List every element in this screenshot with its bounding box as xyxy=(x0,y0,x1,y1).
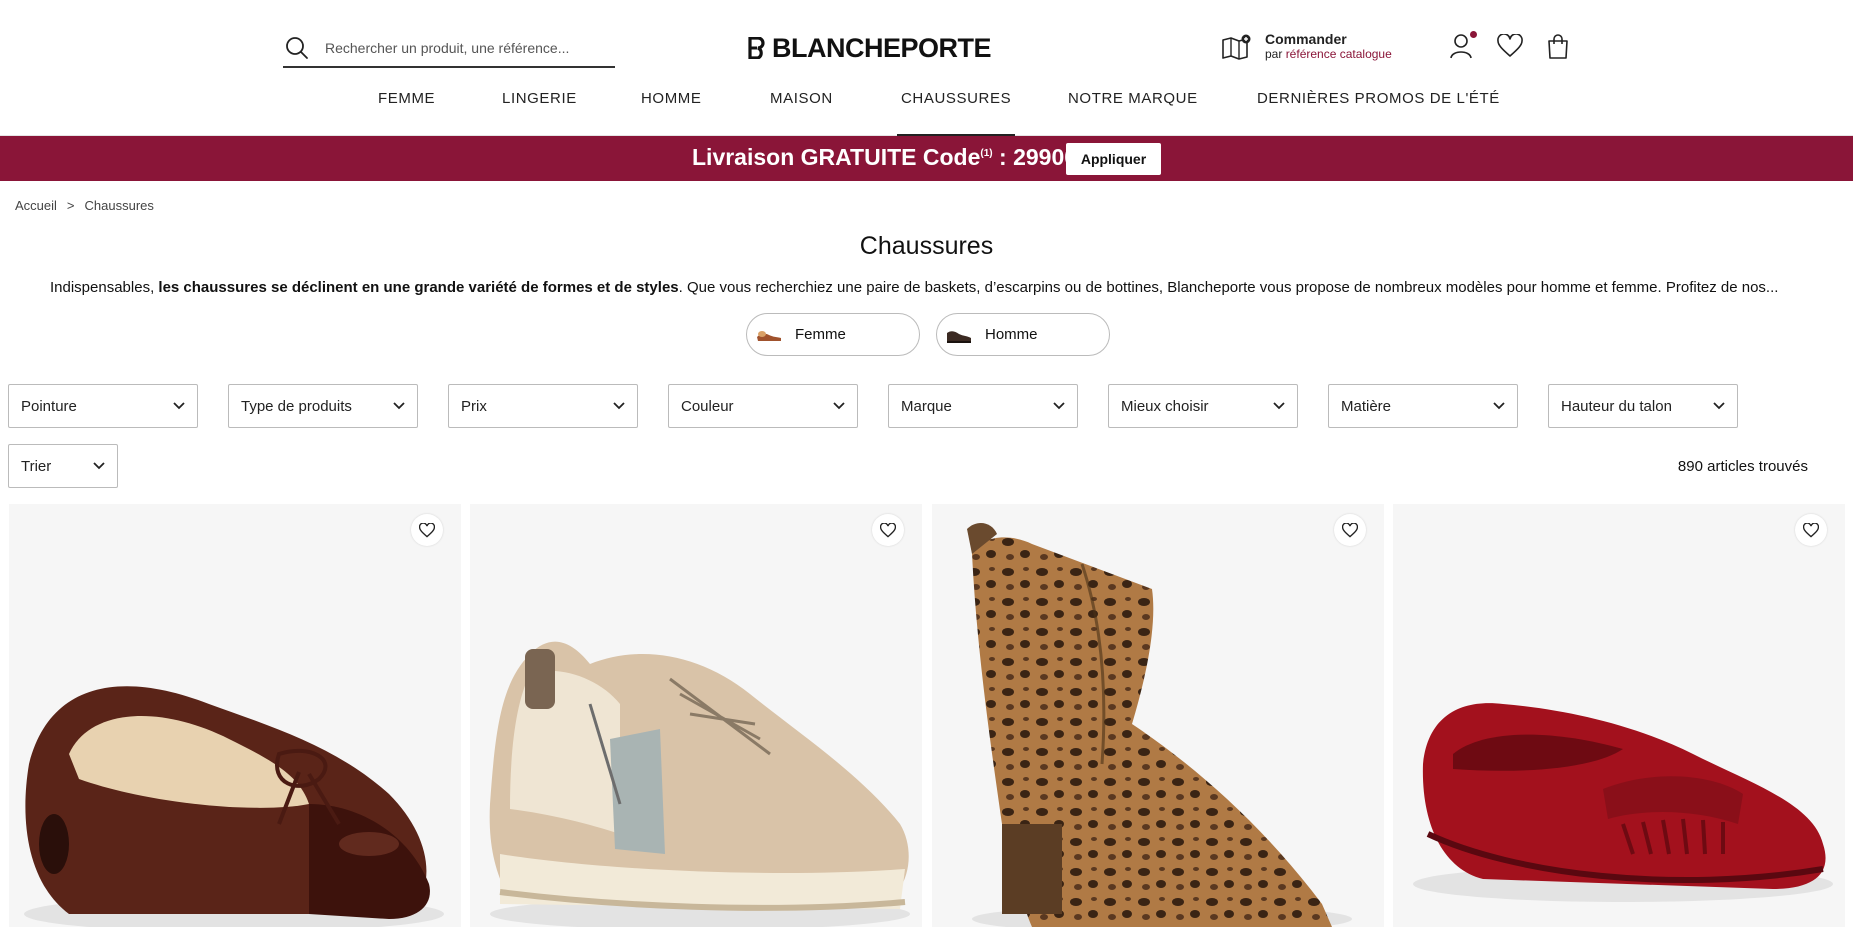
logo[interactable]: BLANCHEPORTE xyxy=(748,32,992,63)
apply-code-button[interactable]: Appliquer xyxy=(1066,143,1161,175)
product-image-leopard-boot xyxy=(932,504,1384,927)
catalog-icon xyxy=(1222,34,1251,60)
filter-prix[interactable]: Prix xyxy=(448,384,638,428)
catalog-order-link[interactable]: Commander par référence catalogue xyxy=(1221,32,1392,62)
breadcrumb-home[interactable]: Accueil xyxy=(15,198,57,213)
chevron-down-icon xyxy=(173,402,185,410)
nav-item-maison[interactable]: MAISON xyxy=(770,90,833,136)
heart-icon xyxy=(880,522,896,538)
add-to-wishlist-button[interactable] xyxy=(411,514,443,546)
filter-marque[interactable]: Marque xyxy=(888,384,1078,428)
logo-text: BLANCHEPORTE xyxy=(772,32,992,63)
wishlist-heart-icon[interactable] xyxy=(1497,33,1523,59)
promo-banner: Livraison GRATUITE Code(1) : 299002 xyxy=(0,136,1853,181)
promo-text: Livraison GRATUITE Code(1) : 299002 xyxy=(692,144,1090,170)
nav-item-homme[interactable]: HOMME xyxy=(641,90,702,136)
breadcrumb-current: Chaussures xyxy=(84,198,154,213)
filter-hauteur-du-talon[interactable]: Hauteur du talon xyxy=(1548,384,1738,428)
sort-label: Trier xyxy=(21,457,52,475)
filter-label: Prix xyxy=(461,397,487,415)
women-shoe-icon xyxy=(757,330,781,341)
men-shoe-icon xyxy=(947,330,971,343)
filter-label: Mieux choisir xyxy=(1121,397,1209,415)
page-title: Chaussures xyxy=(859,232,994,260)
chevron-down-icon xyxy=(393,402,405,410)
catalog-subtitle: par référence catalogue xyxy=(1265,47,1392,61)
product-image-red-loafer xyxy=(1393,504,1845,927)
product-card[interactable] xyxy=(1393,504,1845,927)
nav-item-lingerie[interactable]: LINGERIE xyxy=(502,90,577,136)
heart-icon xyxy=(1342,522,1358,538)
nav-item-chaussures[interactable]: CHAUSSURES xyxy=(897,90,1016,136)
filter-label: Hauteur du talon xyxy=(1561,397,1672,415)
main-navigation: FEMME LINGERIE HOMME MAISON CHAUSSURES N… xyxy=(0,90,1853,136)
search-icon[interactable] xyxy=(283,34,311,62)
results-count: 890 articles trouvés xyxy=(1677,458,1808,475)
gender-label: Homme xyxy=(985,326,1038,343)
chevron-down-icon xyxy=(1713,402,1725,410)
shopping-bag-icon[interactable] xyxy=(1545,33,1571,59)
filter-label: Pointure xyxy=(21,397,77,415)
filter-mieux-choisir[interactable]: Mieux choisir xyxy=(1108,384,1298,428)
account-icon[interactable] xyxy=(1449,31,1477,59)
filter-pointure[interactable]: Pointure xyxy=(8,384,198,428)
product-card[interactable] xyxy=(932,504,1384,927)
chevron-down-icon xyxy=(1053,402,1065,410)
gender-filter-homme[interactable]: Homme xyxy=(936,313,1110,356)
search-input[interactable] xyxy=(325,40,605,56)
filter-label: Type de produits xyxy=(241,397,352,415)
chevron-down-icon xyxy=(1273,402,1285,410)
add-to-wishlist-button[interactable] xyxy=(872,514,904,546)
nav-item-femme[interactable]: FEMME xyxy=(378,90,435,136)
nav-item-notre-marque[interactable]: NOTRE MARQUE xyxy=(1068,90,1198,136)
chevron-down-icon xyxy=(93,462,105,470)
account-notification-dot xyxy=(1470,31,1477,38)
heart-icon xyxy=(1803,522,1819,538)
search-bar[interactable] xyxy=(283,30,615,68)
product-image-sneaker xyxy=(470,504,922,927)
heart-icon xyxy=(419,522,435,538)
category-intro: Indispensables, les chaussures se déclin… xyxy=(50,279,1779,296)
logo-mark-icon xyxy=(748,37,765,59)
product-card[interactable] xyxy=(9,504,461,927)
filter-matiere[interactable]: Matière xyxy=(1328,384,1518,428)
filter-couleur[interactable]: Couleur xyxy=(668,384,858,428)
add-to-wishlist-button[interactable] xyxy=(1334,514,1366,546)
site-header: BLANCHEPORTE Commander par référence cat… xyxy=(0,0,1853,136)
catalog-title: Commander xyxy=(1265,31,1347,47)
product-image-ballerina xyxy=(9,504,461,927)
filter-label: Matière xyxy=(1341,397,1392,415)
nav-item-promos[interactable]: DERNIÈRES PROMOS DE L'ÉTÉ xyxy=(1257,90,1500,136)
chevron-down-icon xyxy=(613,402,625,410)
add-to-wishlist-button[interactable] xyxy=(1795,514,1827,546)
filter-label: Couleur xyxy=(681,397,734,415)
chevron-down-icon xyxy=(1493,402,1505,410)
product-card[interactable] xyxy=(470,504,922,927)
filter-label: Marque xyxy=(901,397,952,415)
filter-type-de-produits[interactable]: Type de produits xyxy=(228,384,418,428)
breadcrumb-separator: > xyxy=(66,198,75,213)
gender-filter-femme[interactable]: Femme xyxy=(746,313,920,356)
chevron-down-icon xyxy=(833,402,845,410)
gender-label: Femme xyxy=(795,326,846,343)
breadcrumb: Accueil > Chaussures xyxy=(15,198,154,213)
sort-dropdown[interactable]: Trier xyxy=(8,444,118,488)
